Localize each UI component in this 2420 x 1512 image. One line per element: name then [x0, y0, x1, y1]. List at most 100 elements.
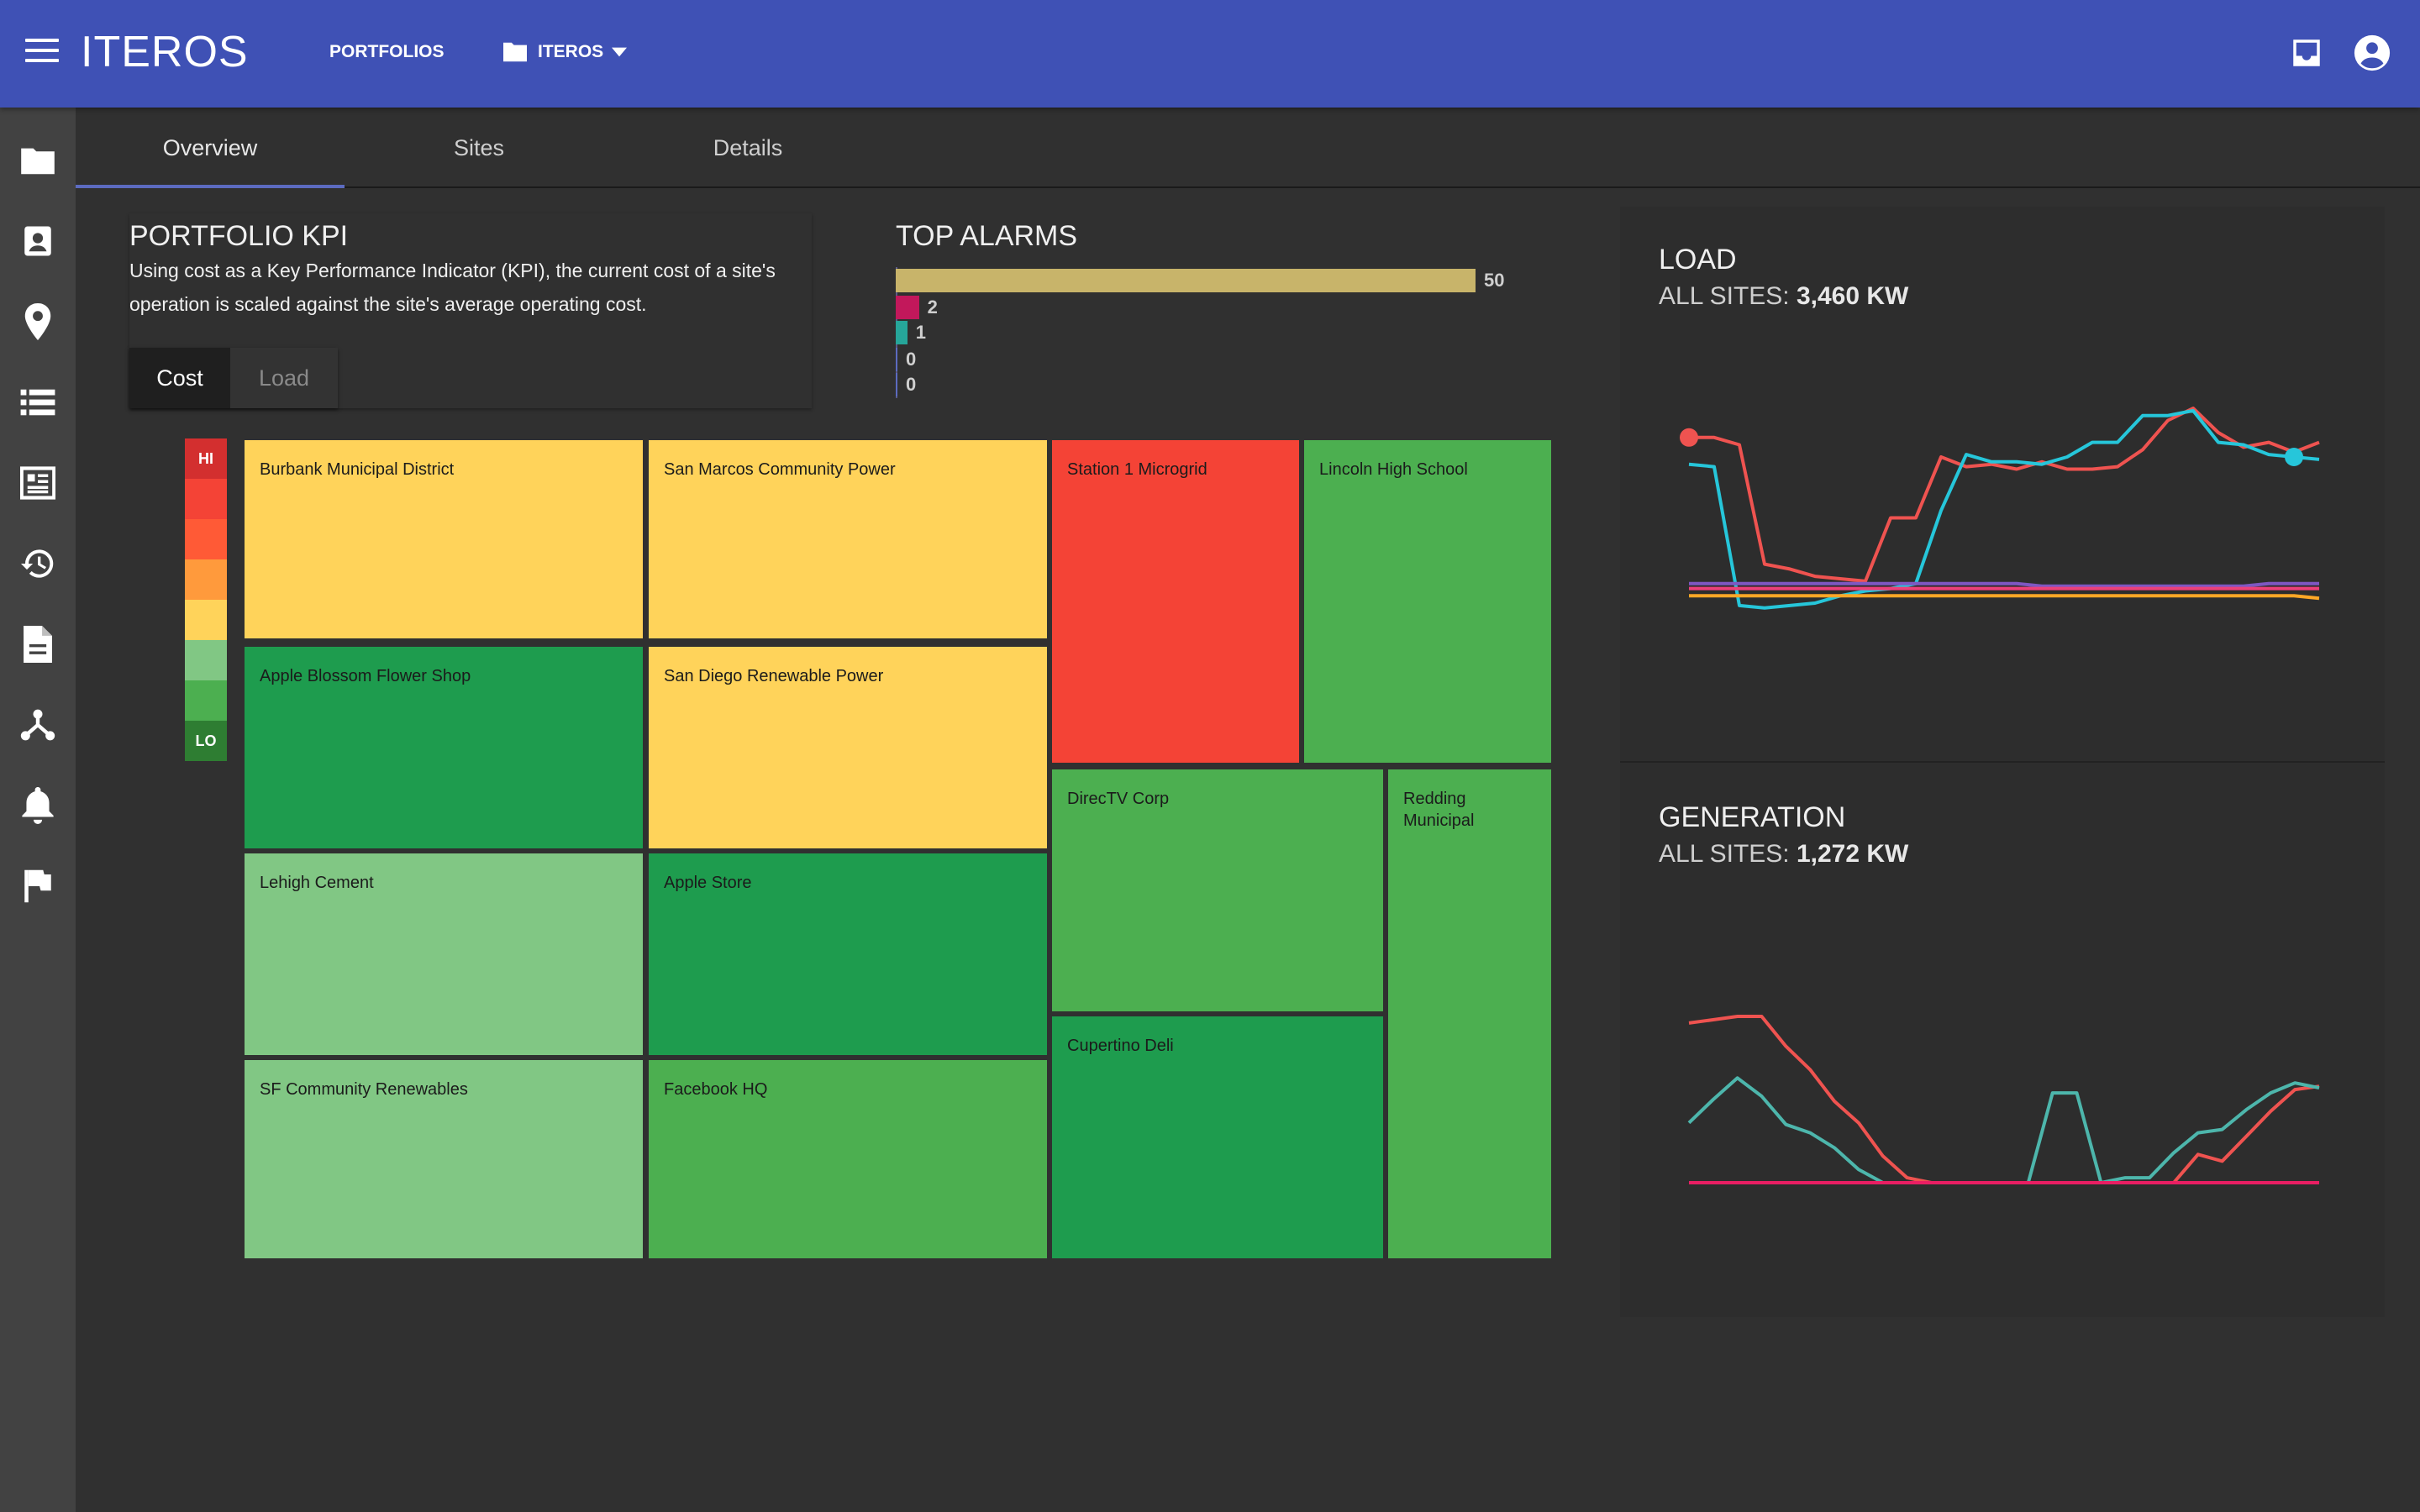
load-summary-label: ALL SITES: — [1659, 282, 1790, 310]
generation-title: GENERATION — [1659, 801, 1846, 833]
treemap-cell[interactable]: San Diego Renewable Power — [649, 647, 1047, 848]
generation-line-chart — [1687, 1015, 2320, 1184]
treemap-cell-label: Station 1 Microgrid — [1067, 460, 1207, 479]
load-panel: LOAD ALL SITES: 3,460 KW — [1620, 207, 2385, 761]
alarm-bar — [896, 373, 897, 396]
portfolio-select[interactable]: ITEROS — [501, 37, 628, 67]
treemap-cell-label: Lincoln High School — [1319, 460, 1468, 479]
app-bar: ITEROS PORTFOLIOS ITEROS — [0, 0, 2420, 108]
chart-series-line — [1689, 594, 2320, 601]
treemap-cell[interactable]: Station 1 Microgrid — [1052, 440, 1299, 763]
treemap-cell-label: San Diego Renewable Power — [664, 667, 884, 685]
active-tab-indicator — [76, 185, 345, 188]
portfolios-nav-link[interactable]: PORTFOLIOS — [329, 42, 445, 62]
kpi-color-legend: HI LO — [185, 438, 227, 761]
treemap-cell-label: San Marcos Community Power — [664, 460, 896, 479]
legend-lo-swatch: LO — [185, 721, 227, 761]
treemap-cell[interactable]: Redding Municipal — [1388, 769, 1551, 1258]
alarm-value: 0 — [906, 349, 917, 370]
treemap-cell-label: DirecTV Corp — [1067, 790, 1170, 808]
kpi-title: PORTFOLIO KPI — [129, 220, 349, 252]
treemap-cell[interactable]: Lincoln High School — [1304, 440, 1551, 763]
chart-series-line — [1688, 1015, 2320, 1184]
caret-down-icon — [612, 47, 628, 57]
legend-swatch — [185, 559, 227, 600]
tab-bar: Overview Sites Details — [76, 108, 2420, 188]
load-summary: ALL SITES: 3,460 KW — [1659, 282, 1908, 311]
load-summary-value: 3,460 KW — [1796, 282, 1909, 310]
legend-swatch — [185, 640, 227, 680]
sidebar — [0, 108, 76, 1512]
alarm-bar — [896, 348, 897, 371]
alarm-bar — [896, 296, 919, 319]
chart-series-line — [1687, 1076, 2320, 1184]
generation-summary: ALL SITES: 1,272 KW — [1659, 840, 1908, 869]
tab-details[interactable]: Details — [613, 108, 882, 188]
treemap-cell[interactable]: Cupertino Deli — [1052, 1016, 1383, 1258]
legend-swatch — [185, 479, 227, 519]
alarm-value: 1 — [915, 322, 927, 343]
network-nav-icon[interactable] — [18, 706, 57, 744]
history-nav-icon[interactable] — [18, 544, 57, 583]
kpi-description: Using cost as a Key Performance Indicato… — [129, 260, 776, 315]
chart-series-line — [1689, 581, 2319, 588]
alarm-bar — [896, 321, 908, 344]
treemap-cell-label: SF Community Renewables — [260, 1080, 468, 1099]
treemap-cell-label: Lehigh Cement — [260, 874, 374, 892]
generation-summary-value: 1,272 KW — [1796, 840, 1909, 868]
load-title: LOAD — [1659, 244, 1737, 276]
notifications-nav-icon[interactable] — [18, 786, 57, 825]
treemap-cell[interactable]: Lehigh Cement — [245, 853, 643, 1055]
tab-sites[interactable]: Sites — [345, 108, 613, 188]
chart-point-marker[interactable] — [1680, 428, 1698, 447]
treemap-cell[interactable]: San Marcos Community Power — [649, 440, 1047, 638]
alarm-row[interactable]: 1 — [896, 321, 926, 344]
treemap-cell[interactable]: Apple Blossom Flower Shop — [245, 647, 643, 848]
tab-overview[interactable]: Overview — [76, 108, 345, 188]
chart-point-marker[interactable] — [2285, 448, 2303, 466]
folder-icon — [503, 42, 527, 62]
treemap-cell-label: Apple Store — [664, 874, 752, 892]
alarm-row[interactable]: 50 — [896, 269, 1504, 292]
top-alarms-title: TOP ALARMS — [896, 220, 1078, 252]
inbox-icon[interactable] — [2289, 35, 2324, 71]
alarm-value: 50 — [1484, 270, 1505, 291]
account-icon[interactable] — [2353, 34, 2391, 72]
alarm-value: 2 — [927, 297, 938, 318]
alarm-row[interactable]: 2 — [896, 296, 938, 319]
generation-summary-label: ALL SITES: — [1659, 840, 1790, 868]
treemap-cell-label: Cupertino Deli — [1067, 1037, 1174, 1055]
alarm-row[interactable]: 0 — [896, 348, 916, 371]
load-toggle-button[interactable]: Load — [230, 348, 338, 408]
contacts-nav-icon[interactable] — [18, 222, 57, 260]
treemap-cell-label: Apple Blossom Flower Shop — [260, 667, 471, 685]
document-nav-icon[interactable] — [18, 625, 57, 664]
menu-icon[interactable] — [25, 39, 59, 66]
alarm-value: 0 — [906, 374, 917, 395]
treemap-cell[interactable]: Apple Store — [649, 853, 1047, 1055]
portfolio-select-value: ITEROS — [538, 42, 604, 61]
treemap-cell[interactable]: Burbank Municipal District — [245, 440, 643, 638]
folder-nav-icon[interactable] — [18, 141, 57, 180]
chart-series-line — [1688, 408, 2320, 610]
cost-toggle-button[interactable]: Cost — [129, 348, 230, 408]
list-nav-icon[interactable] — [18, 383, 57, 422]
treemap-cell-label: Redding Municipal — [1403, 790, 1475, 830]
treemap-cell-label: Facebook HQ — [664, 1080, 768, 1099]
treemap-cell[interactable]: DirecTV Corp — [1052, 769, 1383, 1011]
app-brand: ITEROS — [81, 28, 249, 76]
legend-swatch — [185, 600, 227, 640]
legend-hi-swatch: HI — [185, 438, 227, 479]
alarm-row[interactable]: 0 — [896, 373, 916, 396]
generation-panel: GENERATION ALL SITES: 1,272 KW — [1620, 763, 2385, 1317]
location-nav-icon[interactable] — [18, 302, 57, 341]
alarm-bar — [896, 269, 1476, 292]
chart-series-line — [1689, 407, 2320, 583]
load-line-chart — [1680, 407, 2320, 610]
treemap-cell[interactable]: SF Community Renewables — [245, 1060, 643, 1258]
legend-swatch — [185, 519, 227, 559]
report-nav-icon[interactable] — [18, 464, 57, 502]
treemap-cell[interactable]: Facebook HQ — [649, 1060, 1047, 1258]
flag-nav-icon[interactable] — [18, 867, 57, 906]
treemap-cell-label: Burbank Municipal District — [260, 460, 455, 479]
